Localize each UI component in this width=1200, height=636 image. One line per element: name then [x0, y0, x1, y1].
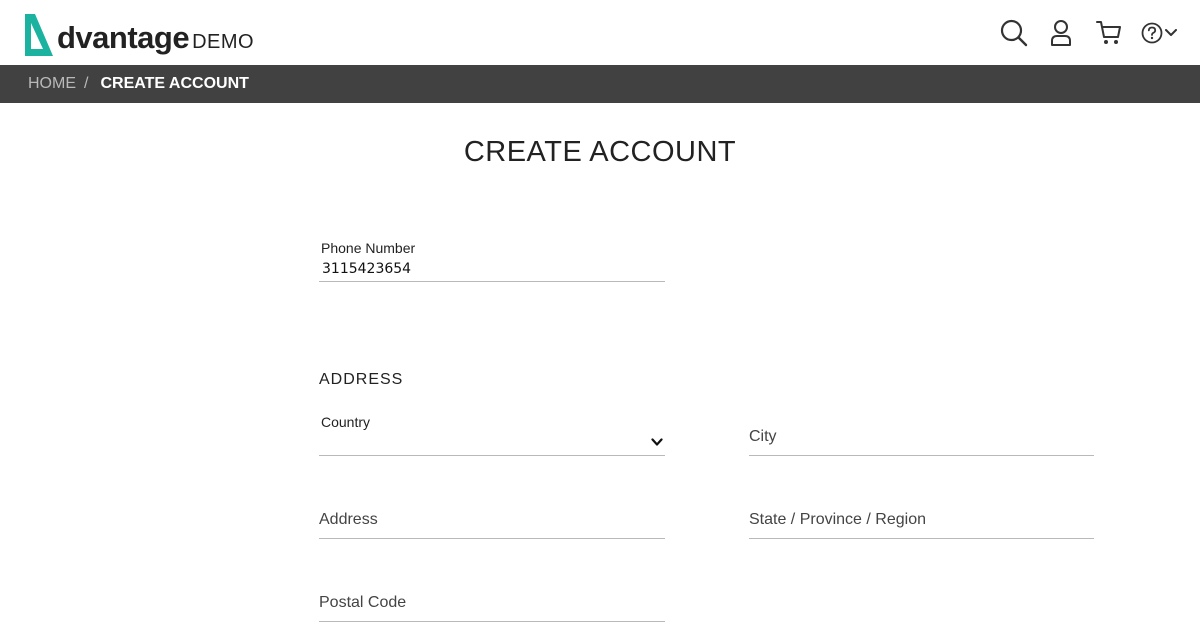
- phone-number-field[interactable]: Phone Number 3115423654: [319, 236, 665, 282]
- postal-code-placeholder: Postal Code: [319, 594, 407, 611]
- breadcrumb-current: CREATE ACCOUNT: [100, 75, 249, 92]
- help-icon[interactable]: [1141, 18, 1163, 48]
- chevron-down-icon: [651, 438, 663, 446]
- page-title: CREATE ACCOUNT: [463, 136, 737, 168]
- city-input[interactable]: City: [749, 410, 1094, 456]
- chevron-down-icon[interactable]: [1164, 18, 1178, 48]
- address-section-title: ADDRESS: [319, 371, 404, 388]
- address-input[interactable]: Address: [319, 493, 665, 539]
- postal-code-input[interactable]: Postal Code: [319, 576, 665, 622]
- country-label: Country: [321, 414, 371, 430]
- country-select[interactable]: Country: [319, 410, 665, 456]
- address-placeholder: Address: [319, 511, 378, 528]
- top-header: dvantage DEMO: [0, 0, 1200, 65]
- state-input[interactable]: State / Province / Region: [749, 493, 1094, 539]
- breadcrumb-separator: /: [84, 75, 89, 92]
- logo-suffix: DEMO: [192, 31, 255, 53]
- logo-text: dvantage: [57, 20, 190, 55]
- logo-mark-icon: [25, 14, 53, 56]
- breadcrumb-home-link[interactable]: HOME: [28, 75, 76, 93]
- breadcrumb: HOME / CREATE ACCOUNT: [0, 65, 1200, 103]
- cart-icon[interactable]: [1095, 18, 1123, 48]
- search-icon[interactable]: [999, 18, 1029, 48]
- phone-number-value: 3115423654: [322, 261, 412, 277]
- user-icon[interactable]: [1049, 18, 1073, 48]
- phone-number-label: Phone Number: [321, 240, 416, 256]
- state-placeholder: State / Province / Region: [749, 511, 926, 528]
- logo[interactable]: dvantage DEMO: [22, 9, 254, 57]
- header-icons: [999, 18, 1178, 48]
- city-placeholder: City: [749, 428, 777, 445]
